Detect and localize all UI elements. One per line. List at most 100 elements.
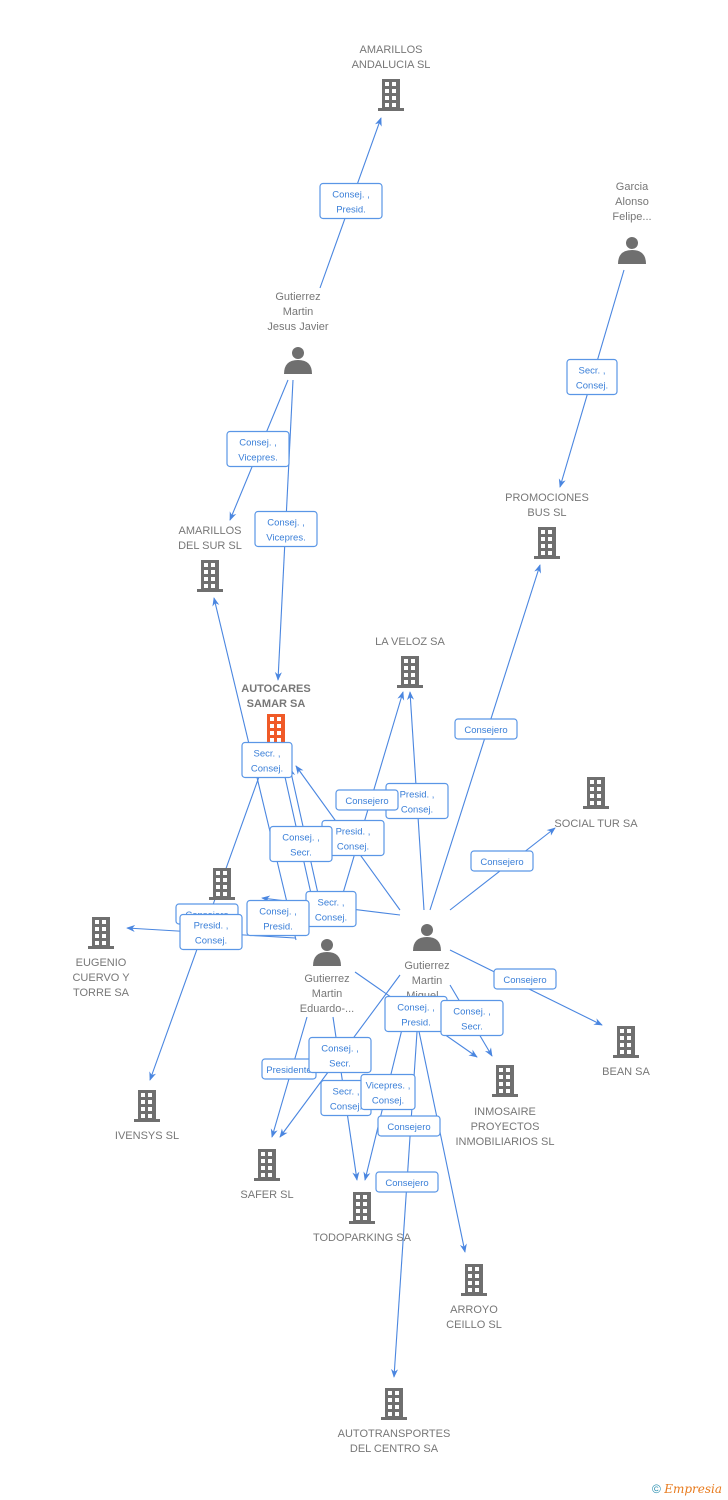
edge-role-label[interactable]: Consejero (375, 1171, 439, 1193)
node-label: TORRE SA (73, 987, 130, 999)
building-window (270, 738, 274, 742)
building-window (548, 551, 552, 555)
node-gutierrez_eduardo[interactable]: Gutierrez Martin Eduardo-... (300, 939, 354, 1015)
building-window (541, 530, 545, 534)
edge-role-label[interactable]: Consej. , Presid. (384, 995, 448, 1033)
node-autotransportes[interactable]: AUTOTRANSPORTES DEL CENTRO SA (338, 1388, 451, 1455)
edge-role-label[interactable]: Consej. , Vicepres. (226, 430, 290, 468)
edge-role-label[interactable]: Consejero (335, 789, 399, 811)
node-autocares_samar[interactable]: AUTOCARES SAMAR SA (241, 683, 311, 746)
node-inmosaire[interactable]: INMOSAIRE PROYECTOS INMOBILIARIOS SL (455, 1065, 555, 1148)
building-body (353, 1192, 371, 1222)
node-label: PROMOCIONES (505, 492, 589, 504)
building-base (583, 806, 609, 809)
role-text: Consej. (330, 1102, 362, 1113)
node-label: SAMAR SA (247, 698, 306, 710)
building-window (223, 885, 227, 889)
building-body (587, 777, 605, 807)
edge-role-label[interactable]: Consej. , Vicepres. (254, 510, 318, 548)
building-window (216, 885, 220, 889)
footer-brand[interactable]: © Empresia (652, 1482, 722, 1496)
building-icon (492, 1065, 518, 1097)
role-text: Consej. (372, 1096, 404, 1107)
node-gutierrez_miguel[interactable]: GutierrezMartinMiguel... (404, 924, 450, 1002)
building-window (363, 1202, 367, 1206)
edge-role-label[interactable]: Consejero (470, 850, 534, 872)
building-window (385, 82, 389, 86)
node-la_veloz[interactable]: LA VELOZ SA (375, 636, 446, 688)
node-label: Jesus Javier (267, 321, 328, 333)
node-safer[interactable]: SAFER SL (240, 1149, 294, 1201)
building-body (258, 1149, 276, 1179)
role-text: Secr. , (318, 898, 345, 909)
edge-role-label[interactable]: Consej. , Presid. (246, 899, 310, 937)
node-label: Garcia (616, 181, 649, 193)
building-window (541, 537, 545, 541)
building-window (499, 1075, 503, 1079)
node-amarillos_andalucia[interactable]: AMARILLOS ANDALUCIA SL (352, 44, 431, 111)
node-label: AMARILLOS (360, 44, 423, 56)
node-label: PROYECTOS (471, 1121, 540, 1133)
building-base (378, 108, 404, 111)
edge-role-label[interactable]: Consej. , Secr. (308, 1036, 372, 1074)
node-hidden_company[interactable] (209, 868, 235, 900)
role-text: Consej. , (267, 518, 305, 529)
role-text: Consejero (387, 1122, 430, 1133)
edge-role-label[interactable]: Presid. , Consej. (179, 913, 243, 951)
network-diagram: AMARILLOS ANDALUCIA SL Garcia Alonso Felipe.… (72, 44, 652, 1455)
building-window (277, 724, 281, 728)
building-body (465, 1264, 483, 1294)
role-text: Secr. , (333, 1087, 360, 1098)
edge-role-label[interactable]: Presidente (261, 1058, 317, 1080)
building-window (404, 680, 408, 684)
building-body (92, 917, 110, 947)
node-garcia[interactable]: Garcia Alonso Felipe... (612, 181, 652, 264)
role-text: Consej. , (397, 1003, 435, 1014)
building-window (620, 1050, 624, 1054)
building-window (395, 1412, 399, 1416)
edge-role-label[interactable]: Secr. , Consej. (241, 741, 293, 779)
edge-role-label[interactable]: Consej. , Secr. (440, 999, 504, 1037)
building-window (268, 1173, 272, 1177)
edge-role-label[interactable]: Consejero (454, 718, 518, 740)
edge-role-label[interactable]: Consej. , Secr. (269, 825, 333, 863)
building-icon (378, 79, 404, 111)
edge-role-label[interactable]: Secr. , Consej. (566, 358, 618, 396)
role-text: Consej. , (259, 907, 297, 918)
edge-role-label[interactable]: Vicepres. , Consej. (360, 1073, 416, 1111)
building-window (102, 941, 106, 945)
role-text: Consej. (315, 913, 347, 924)
node-promociones_bus[interactable]: PROMOCIONES BUS SL (505, 492, 589, 559)
building-window (388, 1398, 392, 1402)
node-eugenio[interactable]: EUGENIO CUERVO Y TORRE SA (72, 917, 130, 999)
node-todoparking[interactable]: TODOPARKING SA (313, 1192, 412, 1244)
node-label: DEL SUR SL (178, 540, 242, 552)
edge-role-label[interactable]: Consej. , Presid. (319, 182, 383, 220)
building-window (148, 1114, 152, 1118)
building-window (475, 1288, 479, 1292)
building-window (148, 1107, 152, 1111)
building-base (254, 1178, 280, 1181)
node-social_tur[interactable]: SOCIAL TUR SA (554, 777, 638, 830)
edge-role-label[interactable]: Consejero (377, 1115, 441, 1137)
node-bean[interactable]: BEAN SA (602, 1026, 651, 1078)
building-window (506, 1082, 510, 1086)
building-window (627, 1029, 631, 1033)
building-body (401, 656, 419, 686)
role-text: Consejero (503, 975, 546, 986)
building-window (261, 1159, 265, 1163)
node-label: ANDALUCIA SL (352, 59, 431, 71)
node-arroyo[interactable]: ARROYO CEILLO SL (446, 1264, 502, 1331)
node-label: ARROYO (450, 1304, 498, 1316)
building-window (385, 96, 389, 100)
edge-role-label[interactable]: Secr. , Consej. (305, 890, 357, 928)
node-ivensys[interactable]: IVENSYS SL (115, 1090, 179, 1142)
building-window (148, 1093, 152, 1097)
person-icon (284, 347, 312, 374)
building-base (349, 1221, 375, 1224)
building-window (468, 1274, 472, 1278)
edge-role-label[interactable]: Consejero (493, 968, 557, 990)
node-gutierrez_jesus[interactable]: Gutierrez Martin Jesus Javier (267, 291, 329, 374)
node-amarillos_sur[interactable]: AMARILLOS DEL SUR SL (178, 525, 242, 592)
building-icon (209, 868, 235, 900)
